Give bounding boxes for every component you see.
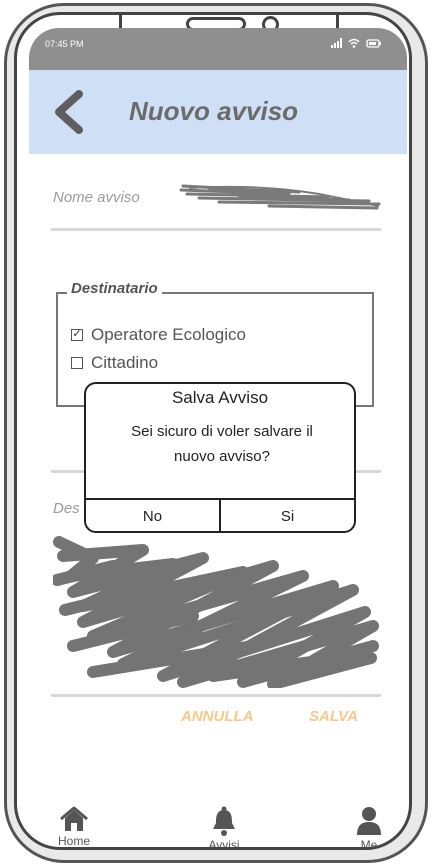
dialog-message: Sei sicuro di voler salvare il nuovo avv… [96,419,348,469]
recipient-legend: Destinatario [67,280,162,297]
status-icons [331,37,383,52]
chevron-left-icon[interactable] [51,90,87,134]
description-input-scribble[interactable] [53,536,383,688]
app-header: Nuovo avviso [29,70,407,154]
screen: 07:45 PM Nuovo avviso Nome avviso Destin… [29,28,407,850]
dialog-message-line-2: nuovo avviso? [174,448,270,465]
phone-body: 07:45 PM Nuovo avviso Nome avviso Destin… [14,12,412,850]
dialog-title: Salva Avviso [171,388,269,407]
dialog-yes-button[interactable]: Si [221,500,354,533]
dialog-message-line-1: Sei sicuro di voler salvare il [131,423,313,440]
checkbox-checked[interactable]: ✓ [71,329,83,341]
divider [51,228,381,231]
nav-item-home[interactable]: Home [49,806,99,848]
option-cittadino[interactable]: Cittadino [71,353,158,373]
nav-label: Me [360,838,378,850]
status-bar: 07:45 PM [29,28,407,70]
option-label: Operatore Ecologico [91,325,246,344]
name-input-scribble[interactable] [179,180,384,212]
name-label: Nome avviso [53,189,140,206]
divider [51,694,381,697]
nav-label: Avvisi [208,838,240,850]
save-button[interactable]: SALVA [309,708,358,725]
user-icon [357,807,381,835]
home-icon [60,806,88,831]
option-operatore-ecologico[interactable]: ✓ Operatore Ecologico [71,325,246,345]
status-time: 07:45 PM [45,39,84,49]
dialog-no-button[interactable]: No [86,500,219,533]
option-label: Cittadino [91,353,159,372]
nav-item-avvisi[interactable]: Avvisi [199,806,249,850]
page-title: Nuovo avviso [129,96,299,126]
bell-icon [213,806,235,836]
nav-label: Home [57,834,90,848]
cancel-button[interactable]: ANNULLA [181,708,254,725]
nav-item-me[interactable]: Me [344,806,394,850]
signal-wifi-battery-icon [331,38,381,48]
description-label: Des [53,500,80,517]
save-confirm-dialog: Salva Avviso Sei sicuro di voler salvare… [84,382,356,533]
checkbox-unchecked[interactable] [71,357,83,369]
